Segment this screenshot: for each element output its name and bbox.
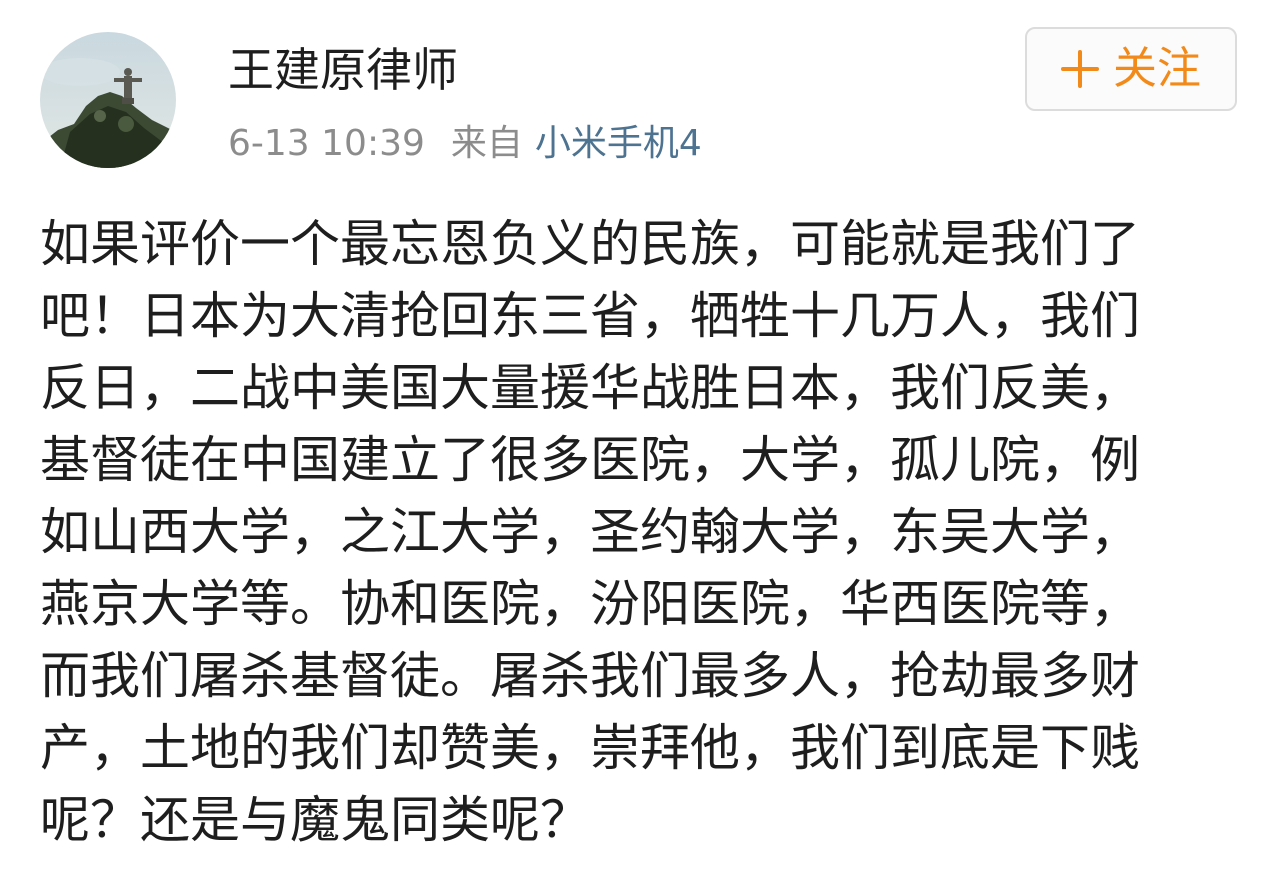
content-line: 而我们屠杀基督徒。屠杀我们最多人，抢劫最多财	[40, 647, 1140, 705]
source-device-link[interactable]: 小米手机4	[535, 123, 702, 164]
post-time: 6-13 10:39	[228, 123, 425, 164]
content-line: 如山西大学，之江大学，圣约翰大学，东吴大学，	[40, 503, 1140, 561]
follow-button[interactable]: 关注	[1025, 27, 1237, 111]
author-name[interactable]: 王建原律师	[228, 42, 458, 98]
weibo-post: 王建原律师 6-13 10:39 来自 小米手机4 关注 如果评价一个最忘恩负义的民…	[0, 0, 1280, 888]
author-avatar[interactable]	[40, 32, 176, 168]
plus-icon	[1061, 50, 1099, 88]
source-label: 来自	[450, 123, 523, 164]
avatar-christ-statue-icon	[40, 32, 176, 168]
follow-button-label: 关注	[1113, 43, 1201, 94]
content-line: 呢？还是与魔鬼同类呢？	[40, 791, 590, 849]
content-line: 反日，二战中美国大量援华战胜日本，我们反美，	[40, 359, 1140, 417]
post-content: 如果评价一个最忘恩负义的民族，可能就是我们了 吧！日本为大清抢回东三省，牺牲十几…	[40, 208, 1240, 856]
post-meta: 6-13 10:39 来自 小米手机4	[228, 122, 702, 166]
content-line: 如果评价一个最忘恩负义的民族，可能就是我们了	[40, 215, 1140, 273]
content-line: 基督徒在中国建立了很多医院，大学，孤儿院，例	[40, 431, 1140, 489]
content-line: 燕京大学等。协和医院，汾阳医院，华西医院等，	[40, 575, 1140, 633]
content-line: 产，土地的我们却赞美，崇拜他，我们到底是下贱	[40, 719, 1140, 777]
content-line: 吧！日本为大清抢回东三省，牺牲十几万人，我们	[40, 287, 1140, 345]
